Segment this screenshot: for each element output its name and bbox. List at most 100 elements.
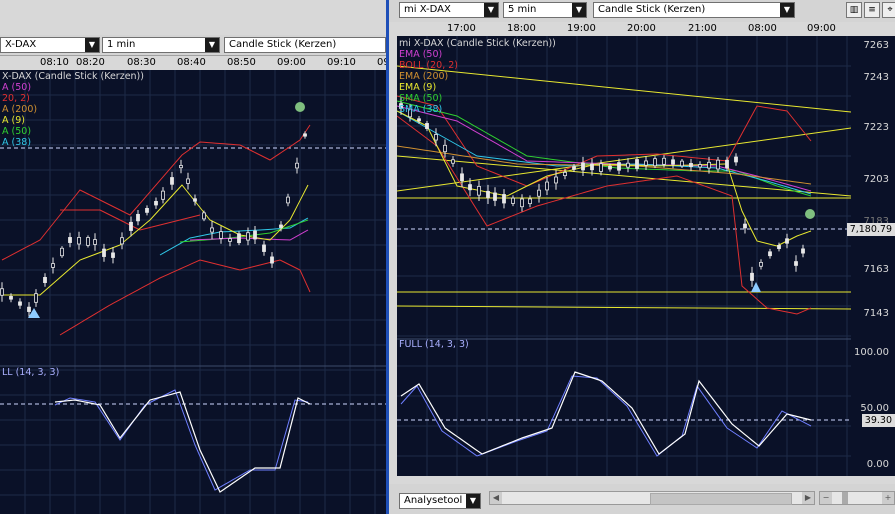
candle — [644, 160, 648, 166]
candle — [186, 178, 190, 184]
left-time-axis: 08:10 08:20 08:30 08:40 08:50 09:00 09:1… — [0, 56, 386, 70]
candle — [68, 237, 72, 243]
right-charttype-select[interactable]: Candle Stick (Kerzen) ▼ — [593, 2, 795, 18]
right-legend-title: mi X-DAX (Candle Stick (Kerzen)) — [399, 38, 556, 49]
candle — [237, 233, 241, 244]
scroll-right-icon[interactable]: ▶ — [802, 492, 814, 504]
candle — [60, 247, 64, 257]
left-charttype-select[interactable]: Candle Stick (Kerzen) — [224, 37, 386, 53]
candle — [179, 165, 183, 169]
trendline — [397, 127, 851, 192]
right-interval-value: 5 min — [508, 4, 537, 15]
ema-200 — [397, 145, 812, 185]
time-tick: 08:40 — [177, 57, 206, 68]
candle — [434, 134, 438, 141]
candle — [750, 272, 754, 281]
settings-icon[interactable]: ≡ — [864, 2, 880, 18]
candle — [468, 184, 472, 191]
time-tick: 09: — [377, 57, 386, 68]
stoch-k — [400, 371, 812, 455]
candle — [759, 261, 763, 267]
horizontal-scrollbar[interactable]: ◀ ▶ — [489, 491, 815, 505]
legend-entry: A (38) — [2, 137, 32, 148]
candle — [734, 156, 738, 163]
legend-entry: A (50) — [2, 126, 32, 137]
left-top-strip — [0, 0, 386, 35]
candle — [443, 144, 447, 153]
candle — [662, 157, 666, 165]
legend-entry: EMA (200) — [399, 71, 449, 82]
scroll-left-icon[interactable]: ◀ — [490, 492, 502, 504]
candle — [511, 197, 515, 204]
time-tick: 09:10 — [327, 57, 356, 68]
candle — [599, 163, 603, 172]
candle — [120, 237, 124, 245]
right-symbol-select[interactable]: mi X-DAX ▼ — [399, 2, 499, 18]
right-price-axis: 7263 7243 7223 7203 7183 7163 7143 7,180… — [846, 36, 895, 476]
candle — [425, 123, 429, 129]
zoom-in-icon[interactable]: + — [882, 492, 894, 504]
candle — [27, 306, 31, 312]
time-tick: 21:00 — [688, 23, 717, 34]
candle — [493, 192, 497, 201]
chevron-down-icon[interactable]: ▼ — [484, 3, 498, 17]
candle — [77, 237, 81, 245]
legend-entry: A (200) — [2, 104, 38, 115]
candle — [129, 221, 133, 231]
candle — [528, 198, 532, 205]
left-symbol-select[interactable]: X-DAX ▼ — [0, 37, 100, 53]
candle — [572, 166, 576, 170]
analysis-tool-select[interactable]: Analysetool ▼ — [399, 493, 481, 509]
right-toolbar: mi X-DAX ▼ 5 min ▼ Candle Stick (Kerzen)… — [389, 0, 895, 23]
candle — [777, 245, 781, 249]
right-price-chart[interactable]: mi X-DAX (Candle Stick (Kerzen)) EMA (50… — [397, 36, 851, 476]
chevron-down-icon[interactable]: ▼ — [205, 38, 219, 52]
right-interval-select[interactable]: 5 min ▼ — [503, 2, 587, 18]
candle — [136, 213, 140, 222]
zoom-handle[interactable] — [842, 492, 848, 504]
stoch-signal — [54, 389, 309, 491]
time-tick: 08:30 — [127, 57, 156, 68]
time-tick: 08:20 — [76, 57, 105, 68]
legend-entry: EMA (50) — [399, 49, 443, 60]
left-interval-value: 1 min — [107, 39, 136, 50]
right-chart-window: mi X-DAX ▼ 5 min ▼ Candle Stick (Kerzen)… — [386, 0, 895, 514]
left-chart-svg — [0, 70, 386, 514]
candle — [253, 230, 257, 240]
right-charttype-value: Candle Stick (Kerzen) — [598, 4, 706, 15]
candle — [554, 176, 558, 184]
zoom-out-icon[interactable]: − — [820, 492, 832, 504]
candle — [51, 263, 55, 268]
candle — [86, 237, 90, 246]
crosshair-icon[interactable]: ⌖ — [882, 2, 895, 18]
candle — [9, 296, 13, 300]
candle — [707, 161, 711, 169]
candle — [460, 173, 464, 182]
time-tick: 19:00 — [567, 23, 596, 34]
left-price-chart[interactable]: X-DAX (Candle Stick (Kerzen)) A (50) 20, … — [0, 70, 386, 514]
candle — [417, 118, 421, 122]
candle — [617, 162, 621, 171]
candle — [698, 164, 702, 168]
chevron-down-icon[interactable]: ▼ — [466, 494, 480, 508]
chevron-down-icon[interactable]: ▼ — [780, 3, 794, 17]
candle — [0, 288, 4, 296]
time-tick: 08:10 — [40, 57, 69, 68]
candle — [102, 248, 106, 257]
zoom-slider[interactable]: − + — [819, 491, 895, 505]
chevron-down-icon[interactable]: ▼ — [85, 38, 99, 52]
candle — [477, 186, 481, 196]
legend-entry: A (50) — [2, 82, 32, 93]
chevron-down-icon[interactable]: ▼ — [572, 3, 586, 17]
bollinger-lower — [59, 259, 311, 336]
time-tick: 09:00 — [807, 23, 836, 34]
trendline — [397, 65, 851, 113]
time-tick: 17:00 — [447, 23, 476, 34]
candle — [743, 223, 747, 229]
candle — [653, 158, 657, 167]
left-interval-select[interactable]: 1 min ▼ — [102, 37, 220, 53]
candle — [154, 201, 158, 206]
bars-icon[interactable]: ▥ — [846, 2, 862, 18]
scroll-thumb[interactable] — [650, 493, 792, 505]
left-charttype-value: Candle Stick (Kerzen) — [229, 39, 337, 50]
